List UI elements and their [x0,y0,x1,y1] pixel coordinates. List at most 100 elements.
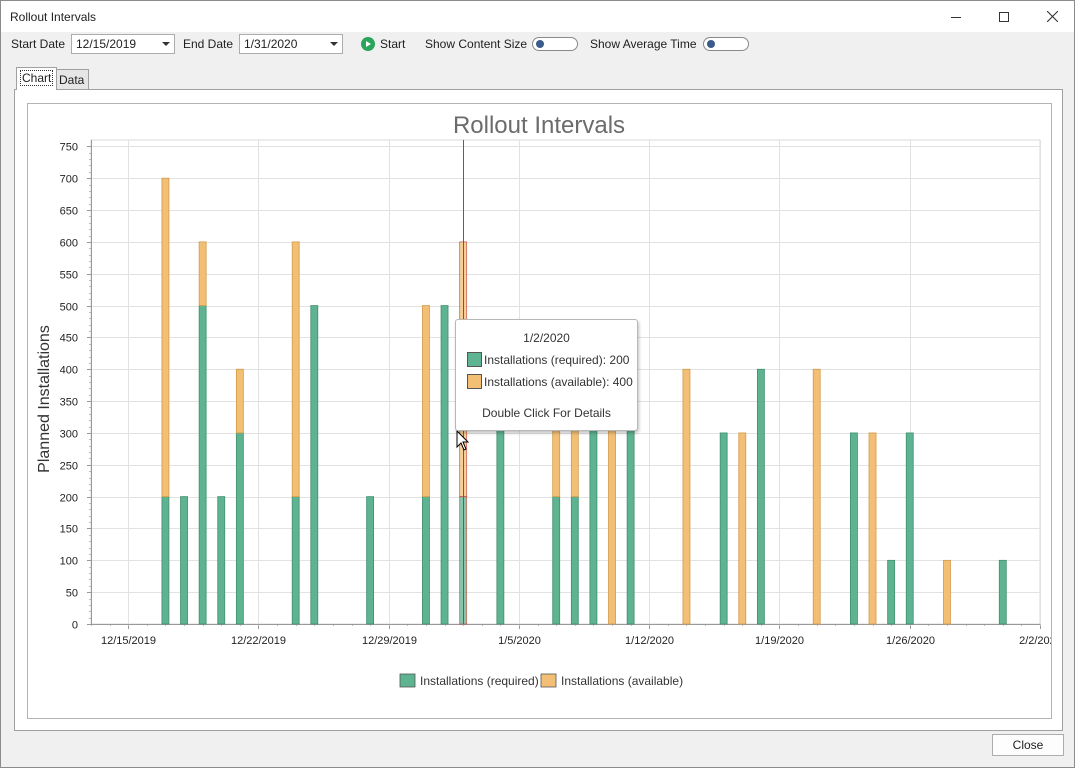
tooltip-date: 1/2/2020 [523,331,570,345]
tooltip-footer: Double Click For Details [482,406,611,420]
bar-required [552,496,561,625]
bar-required [198,305,207,625]
end-date-picker[interactable]: 1/31/2020 [239,34,343,54]
chevron-down-icon[interactable] [162,42,170,46]
y-tick-label: 600 [60,238,78,250]
x-axis: 12/15/2019 12/22/2019 12/29/2019 1/5/2020 1/… [91,624,1062,647]
bar-available [868,432,877,625]
y-tick-label: 0 [72,620,78,632]
y-tick-label: 350 [60,397,78,409]
minimize-button[interactable] [933,1,979,32]
close-window-button[interactable] [1029,1,1075,32]
tooltip-required-text: Installations (required): 200 [484,352,630,367]
bar-required [366,496,375,625]
window-title: Rollout Intervals [10,10,97,24]
y-tick-label: 50 [66,588,78,600]
x-tick-label: 1/19/2020 [755,635,804,647]
tab-chart[interactable]: Chart [16,67,58,90]
bar-available [682,368,691,625]
bar-required [217,496,226,625]
close-button[interactable]: Close [992,734,1064,756]
maximize-icon [999,11,1009,22]
x-tick-label: 12/29/2019 [362,635,417,647]
y-tick-label: 200 [60,493,78,505]
bar-required [440,305,449,625]
bar-available [235,368,244,434]
bar-required [998,559,1007,625]
tooltip-available-row: Installations (available): 400 [467,374,633,389]
bar-required [235,432,244,625]
legend-swatch [540,673,557,688]
y-tick-label: 450 [60,333,78,345]
close-button-label: Close [1012,738,1044,752]
bar-required [756,368,765,625]
show-content-size-label: Show Content Size [425,37,528,51]
start-date-label: Start Date [11,37,66,51]
show-content-size-toggle[interactable] [532,37,578,51]
x-tick-label: 1/26/2020 [886,635,935,647]
y-tick-label: 150 [60,524,78,536]
y-tick-label: 500 [60,302,78,314]
chevron-down-icon[interactable] [330,42,338,46]
bar-required [905,432,914,625]
y-axis-label: Planned Installations [36,325,53,473]
bar-required [291,496,300,625]
legend-entry-label: Installations (required) [420,674,539,688]
y-axis: 0 50 100 150 200 250 300 350 400 450 500 550 600 650 7… [60,140,92,632]
title-bar: Rollout Intervals [1,1,1074,32]
tab-data[interactable]: Data [54,69,90,90]
show-average-time-label: Show Average Time [590,37,697,51]
bar-required [570,496,579,625]
start-button[interactable]: Start [361,35,405,53]
start-button-label: Start [380,37,406,51]
toggle-knob [536,40,544,48]
y-tick-label: 300 [60,429,78,441]
bar-available [161,177,170,498]
bar-required [887,559,896,625]
y-tick-label: 400 [60,365,78,377]
show-average-time-toggle[interactable] [703,37,749,51]
x-tick-label: 1/5/2020 [498,635,541,647]
bar-required [180,496,188,625]
x-tick-label: 2/2/2020 [1019,635,1051,647]
end-date-label: End Date [183,37,234,51]
y-tick-label: 750 [60,142,78,154]
bar-available [943,559,951,625]
legend-swatch [399,673,416,688]
bar-required [850,432,858,625]
bar-available [422,305,430,498]
close-icon [1046,11,1058,22]
y-tick-label: 650 [60,206,78,218]
chart-tab-panel: Rollout Intervals 0 50 100 150 200 250 300 350 4… [14,89,1063,731]
bar-required [161,496,170,625]
minimize-icon [951,16,961,18]
play-icon [361,37,375,51]
bar-available [812,368,821,625]
toggle-knob [707,40,715,48]
bar-available [291,241,300,498]
legend-entry-label: Installations (available) [561,674,683,688]
bar-required [719,432,728,625]
y-tick-label: 550 [60,270,78,282]
start-date-picker[interactable]: 12/15/2019 [71,34,175,54]
y-tick-label: 700 [60,174,78,186]
tab-chart-label: Chart [19,70,54,86]
chart-legend: Installations (required) Installations (a… [399,673,683,688]
maximize-button[interactable] [981,1,1027,32]
x-tick-label: 12/15/2019 [101,635,156,647]
start-date-value: 12/15/2019 [76,37,137,51]
tab-data-label: Data [59,73,85,87]
required-swatch [467,352,482,367]
bar-available [738,432,747,625]
bar-required [422,496,430,625]
y-tick-label: 250 [60,461,78,473]
tooltip-available-text: Installations (available): 400 [484,374,633,389]
y-tick-label: 100 [60,556,78,568]
chart-title: Rollout Intervals [453,112,625,139]
available-swatch [467,374,482,389]
x-tick-label: 12/22/2019 [231,635,286,647]
x-tick-label: 1/12/2020 [625,635,674,647]
toolbar: Start Date 12/15/2019 End Date 1/31/2020… [1,32,1074,62]
chart-tooltip: 1/2/2020 Installations (required): 200 I… [455,319,638,431]
bar-required [310,305,319,625]
